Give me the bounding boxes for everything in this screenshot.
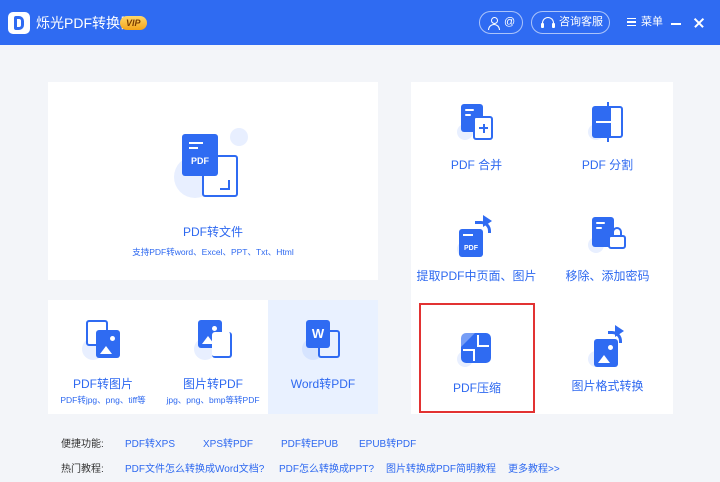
image-format-label: 图片格式转换	[571, 379, 644, 393]
user-account-label: @	[504, 16, 516, 28]
link-pdf-to-epub[interactable]: PDF转EPUB	[281, 435, 338, 450]
tutorial-image-to-pdf[interactable]: 图片转换成PDF简明教程	[386, 460, 496, 475]
pdf-split-tile[interactable]: PDF 分割	[542, 82, 673, 193]
link-pdf-to-xps[interactable]: PDF转XPS	[125, 435, 175, 450]
user-icon	[488, 17, 500, 30]
pdf-to-image-icon	[82, 318, 124, 360]
image-to-pdf-label: 图片转PDF	[182, 377, 243, 391]
pdf-to-file-label: PDF转文件	[182, 225, 243, 239]
pdf-to-image-label: PDF转图片	[72, 377, 133, 391]
extract-pages-images-tile[interactable]: PDF 提取PDF中页面、图片	[411, 193, 542, 304]
link-epub-to-pdf[interactable]: EPUB转PDF	[359, 435, 416, 450]
title-bar: 烁光PDF转换器 VIP @ 咨询客服 菜单	[0, 0, 720, 45]
tutorials-label: 热门教程:	[61, 464, 104, 475]
extract-pages-icon: PDF	[457, 215, 497, 259]
extract-pdf-text: PDF	[464, 245, 478, 252]
lock-icon	[588, 215, 628, 255]
word-to-pdf-card[interactable]: W Word转PDF	[268, 300, 378, 414]
vip-badge[interactable]: VIP	[120, 16, 147, 30]
password-label: 移除、添加密码	[565, 269, 650, 283]
tutorial-pdf-to-ppt[interactable]: PDF怎么转换成PPT?	[279, 460, 374, 475]
pdf-merge-icon	[457, 102, 497, 142]
tutorials-row: 热门教程: PDF文件怎么转换成Word文档? PDF怎么转换成PPT? 图片转…	[61, 460, 681, 475]
pdf-merge-tile[interactable]: PDF 合并	[411, 82, 542, 193]
pdf-split-icon	[588, 102, 628, 142]
menu-label: 菜单	[641, 16, 663, 28]
image-convert-icon	[588, 325, 630, 369]
image-to-pdf-subtitle: jpg、png、bmp等转PDF	[166, 395, 260, 405]
close-icon[interactable]	[692, 14, 706, 31]
link-xps-to-pdf[interactable]: XPS转PDF	[203, 435, 253, 450]
more-tutorials-link[interactable]: 更多教程>>	[508, 460, 560, 475]
customer-service-label: 咨询客服	[559, 16, 603, 28]
image-format-tile[interactable]: 图片格式转换	[542, 303, 673, 414]
pdf-compress-tile[interactable]: PDF压缩	[419, 303, 535, 413]
password-tile[interactable]: 移除、添加密码	[542, 193, 673, 304]
minimize-icon[interactable]	[669, 14, 683, 31]
app-logo-icon	[8, 12, 30, 34]
pdf-compress-label: PDF压缩	[452, 381, 501, 395]
pdf-merge-label: PDF 合并	[450, 158, 503, 172]
menu-icon	[627, 18, 636, 26]
customer-service-button[interactable]: 咨询客服	[531, 11, 610, 34]
pdf-to-file-icon: PDF	[174, 128, 254, 200]
quick-links-row: 便捷功能: PDF转XPS XPS转PDF PDF转EPUB EPUB转PDF	[61, 435, 681, 450]
pdf-to-image-subtitle: PDF转jpg、png、tiff等	[60, 395, 146, 405]
pdf-split-label: PDF 分割	[581, 158, 634, 172]
pdf-to-file-subtitle: 支持PDF转word、Excel、PPT、Txt、Html	[132, 247, 294, 257]
extract-pages-label: 提取PDF中页面、图片	[416, 269, 537, 283]
image-to-pdf-card[interactable]: 图片转PDF jpg、png、bmp等转PDF	[158, 300, 268, 414]
word-to-pdf-label: Word转PDF	[290, 377, 356, 391]
pdf-to-file-card[interactable]: PDF PDF转文件 支持PDF转word、Excel、PPT、Txt、Html	[48, 82, 378, 280]
quick-links-label: 便捷功能:	[61, 439, 104, 450]
pdf-to-image-card[interactable]: PDF转图片 PDF转jpg、png、tiff等	[48, 300, 158, 414]
pdf-icon-text: PDF	[191, 156, 209, 166]
word-icon-text: W	[311, 326, 325, 341]
user-account-button[interactable]: @	[479, 11, 523, 34]
compress-icon	[457, 329, 497, 369]
word-to-pdf-icon: W	[302, 318, 344, 360]
tutorial-pdf-to-word[interactable]: PDF文件怎么转换成Word文档?	[125, 460, 264, 475]
image-to-pdf-icon	[194, 318, 236, 360]
headset-icon	[541, 17, 555, 28]
